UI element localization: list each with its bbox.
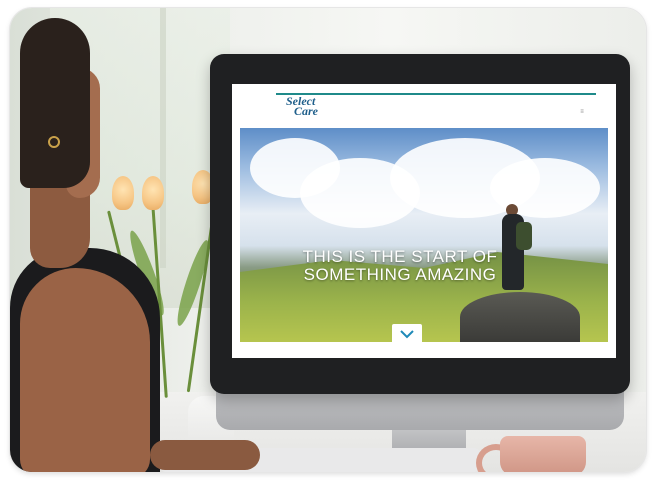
header-divider [276, 93, 596, 95]
tulip-flower [142, 176, 164, 210]
hero-banner: THIS IS THE START OF SOMETHING AMAZING [240, 128, 608, 346]
hero-headline: THIS IS THE START OF SOMETHING AMAZING [270, 248, 530, 284]
hiker-backpack [516, 222, 532, 250]
hero-headline-line-1: THIS IS THE START OF [302, 247, 498, 266]
scroll-down-button[interactable] [392, 324, 422, 346]
chevron-down-icon [400, 326, 414, 342]
person-hair [20, 18, 90, 188]
coffee-mug [500, 436, 586, 472]
monitor-screen: Select Care ≡ THIS IS THE START OF SOMET… [232, 84, 616, 358]
rock [460, 292, 580, 342]
tulip-flower [112, 176, 134, 210]
person-hand [150, 440, 260, 470]
person-arm [20, 268, 150, 472]
earring [48, 136, 60, 148]
menu-icon[interactable]: ≡ [578, 108, 586, 116]
hero-headline-line-2: SOMETHING AMAZING [303, 265, 497, 284]
site-logo[interactable]: Select Care [286, 95, 318, 117]
site-header: Select Care ≡ [232, 84, 616, 120]
photo-frame: Select Care ≡ THIS IS THE START OF SOMET… [10, 8, 646, 472]
window-mullion [160, 8, 166, 268]
